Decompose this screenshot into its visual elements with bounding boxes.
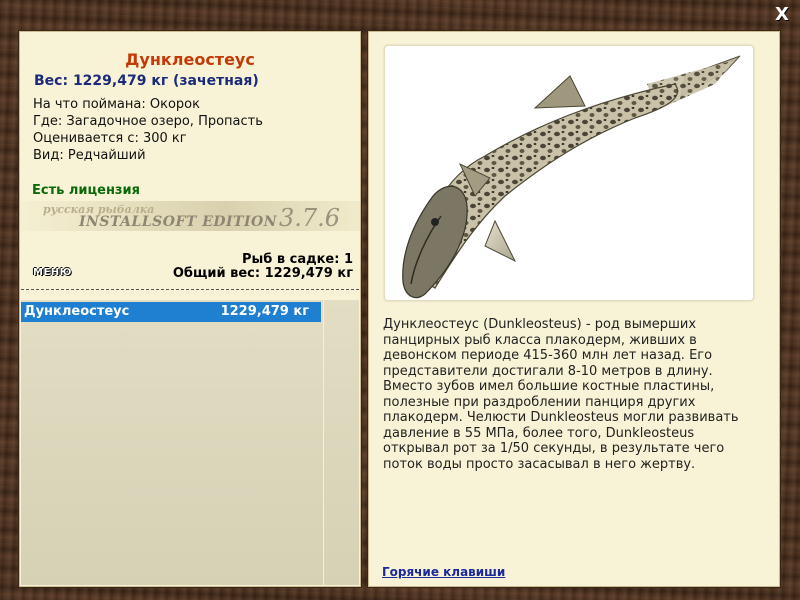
keepnet-total-weight: Общий вес: 1229,479 кг — [172, 266, 353, 281]
fish-weight: Вес: 1229,479 кг (зачетная) — [34, 73, 259, 89]
close-button[interactable]: X — [771, 4, 793, 26]
keepnet-count: Рыб в садке: 1 — [241, 252, 353, 267]
catch-list[interactable]: Дунклеостеус 1229,479 кг — [21, 300, 359, 585]
fish-illustration — [402, 55, 741, 299]
fish-image — [384, 45, 754, 301]
fish-details-panel: Дунклеостеус (Dunkleosteus) - род вымерш… — [367, 30, 781, 588]
bait-info: На что поймана: Окорок — [33, 97, 200, 112]
menu-button[interactable]: МЕНЮ — [33, 267, 72, 278]
hotkeys-link[interactable]: Горячие клавиши — [382, 565, 505, 579]
fish-description: Дунклеостеус (Dunkleosteus) - род вымерш… — [383, 317, 739, 472]
rarity-info: Вид: Редчайший — [33, 148, 146, 163]
edition-version: 3.7.6 — [279, 204, 341, 232]
edition-watermark: русская рыбалка INSTALLSOFT EDITION 3.7.… — [19, 201, 361, 232]
list-item-weight: 1229,479 кг — [220, 304, 309, 319]
license-status: Есть лицензия — [32, 183, 140, 198]
list-column-divider — [323, 300, 324, 585]
divider — [21, 289, 359, 296]
location-info: Где: Загадочное озеро, Пропасть — [33, 114, 263, 129]
edition-name: INSTALLSOFT EDITION — [79, 214, 278, 230]
list-item[interactable]: Дунклеостеус 1229,479 кг — [21, 302, 321, 322]
value-info: Оценивается с: 300 кг — [33, 131, 187, 146]
list-item-name: Дунклеостеус — [24, 304, 130, 319]
fish-info-panel: Дунклеостеус Вес: 1229,479 кг (зачетная)… — [18, 30, 362, 588]
fish-name: Дунклеостеус — [125, 50, 255, 69]
